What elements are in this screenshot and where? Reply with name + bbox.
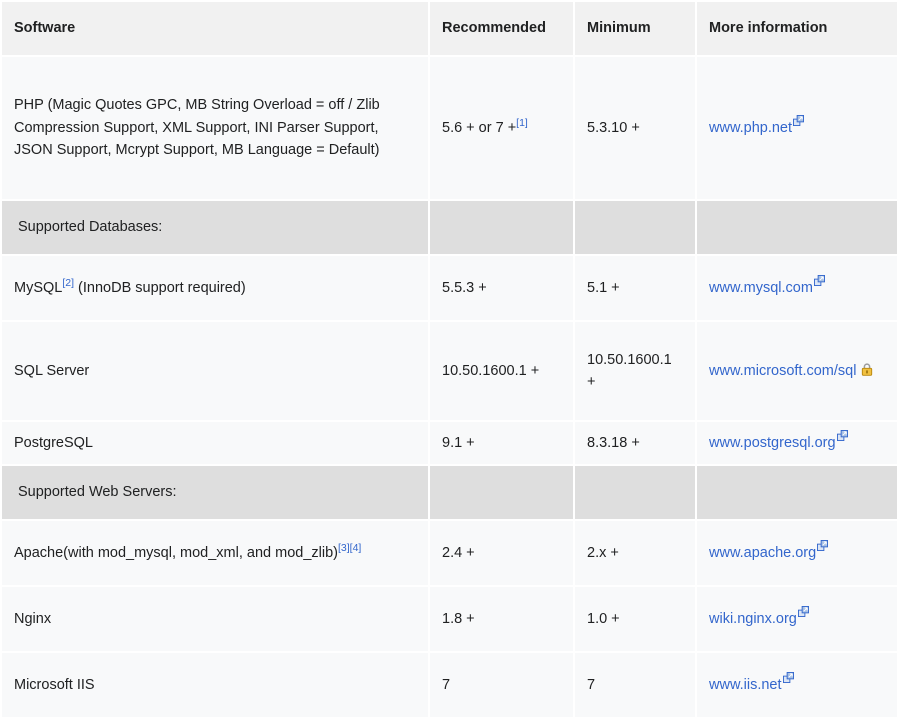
link-iis[interactable]: www.iis.net xyxy=(709,677,782,693)
reference-marker-mysql[interactable]: [2] xyxy=(62,277,74,289)
cell-recommended-postgresql: 9.1 + xyxy=(430,422,573,465)
reference-marker-apache[interactable]: [3][4] xyxy=(338,542,361,554)
link-sqlserver[interactable]: www.microsoft.com/sql xyxy=(709,363,856,379)
link-php[interactable]: www.php.net xyxy=(709,120,792,136)
external-link-icon xyxy=(797,606,809,618)
section-header-filler xyxy=(575,201,695,254)
cell-software-mysql: MySQL[2] (InnoDB support required) xyxy=(2,256,428,320)
table-row: SQL Server 10.50.1600.1 +10.50.1600.1 + ww… xyxy=(2,322,897,420)
cell-recommended-iis: 7 xyxy=(430,653,573,718)
cell-recommended-nginx: 1.8 + xyxy=(430,587,573,652)
system-requirements-table: Software Recommended Minimum More inform… xyxy=(0,0,897,719)
cell-minimum-sqlserver: 10.50.1600.1 + xyxy=(575,322,695,420)
table-header-row: Software Recommended Minimum More inform… xyxy=(2,2,897,55)
table-body: PHP (Magic Quotes GPC, MB String Overloa… xyxy=(2,57,897,718)
section-header-filler xyxy=(430,201,573,254)
cell-minimum-iis: 7 xyxy=(575,653,695,718)
table-row: Microsoft IIS 7 7 www.iis.net xyxy=(2,653,897,718)
external-link-icon xyxy=(813,274,825,286)
external-link-icon xyxy=(817,540,829,552)
table-row: PHP (Magic Quotes GPC, MB String Overloa… xyxy=(2,57,897,199)
cell-software-php: PHP (Magic Quotes GPC, MB String Overloa… xyxy=(2,57,428,199)
section-header-label-databases: Supported Databases: xyxy=(2,201,428,254)
external-link-icon xyxy=(782,672,794,684)
link-mysql[interactable]: www.mysql.com xyxy=(709,280,813,296)
column-header-minimum: Minimum xyxy=(575,2,695,55)
link-postgresql[interactable]: www.postgresql.org xyxy=(709,435,836,451)
cell-software-postgresql: PostgreSQL xyxy=(2,422,428,465)
cell-more-information-mysql: www.mysql.com xyxy=(697,256,897,320)
section-header-label-webservers: Supported Web Servers: xyxy=(2,466,428,520)
section-header-filler xyxy=(575,466,695,520)
lock-icon xyxy=(861,363,873,376)
column-header-more-information: More information xyxy=(697,2,897,55)
table-row: Nginx 1.8 +1.0 + wiki.nginx.org xyxy=(2,587,897,652)
cell-more-information-sqlserver: www.microsoft.com/sql xyxy=(697,322,897,420)
cell-minimum-php: 5.3.10 + xyxy=(575,57,695,199)
cell-recommended-sqlserver: 10.50.1600.1 + xyxy=(430,322,573,420)
section-header-filler xyxy=(697,201,897,254)
cell-minimum-nginx: 1.0 + xyxy=(575,587,695,652)
section-header-row-databases: Supported Databases: xyxy=(2,201,897,254)
cell-more-information-php: www.php.net xyxy=(697,57,897,199)
section-header-filler xyxy=(697,466,897,520)
table-row: MySQL[2] (InnoDB support required) 5.5.3 … xyxy=(2,256,897,320)
external-link-icon xyxy=(836,430,848,441)
external-link-icon xyxy=(793,114,805,126)
cell-minimum-mysql: 5.1 + xyxy=(575,256,695,320)
cell-more-information-postgresql: www.postgresql.org xyxy=(697,422,897,465)
cell-more-information-nginx: wiki.nginx.org xyxy=(697,587,897,652)
cell-recommended-mysql: 5.5.3 + xyxy=(430,256,573,320)
reference-marker-recommended-php[interactable]: [1] xyxy=(516,117,528,129)
cell-software-sqlserver: SQL Server xyxy=(2,322,428,420)
cell-software-nginx: Nginx xyxy=(2,587,428,652)
table-header: Software Recommended Minimum More inform… xyxy=(2,2,897,55)
link-apache[interactable]: www.apache.org xyxy=(709,545,816,561)
section-header-filler xyxy=(430,466,573,520)
cell-software-iis: Microsoft IIS xyxy=(2,653,428,718)
link-nginx[interactable]: wiki.nginx.org xyxy=(709,611,797,627)
cell-more-information-iis: www.iis.net xyxy=(697,653,897,718)
table-row: PostgreSQL 9.1 +8.3.18 + www.postgresql.or… xyxy=(2,422,897,465)
column-header-software: Software xyxy=(2,2,428,55)
cell-minimum-postgresql: 8.3.18 + xyxy=(575,422,695,465)
column-header-recommended: Recommended xyxy=(430,2,573,55)
cell-recommended-php: 5.6 + or 7 +[1] xyxy=(430,57,573,199)
section-header-row-webservers: Supported Web Servers: xyxy=(2,466,897,520)
